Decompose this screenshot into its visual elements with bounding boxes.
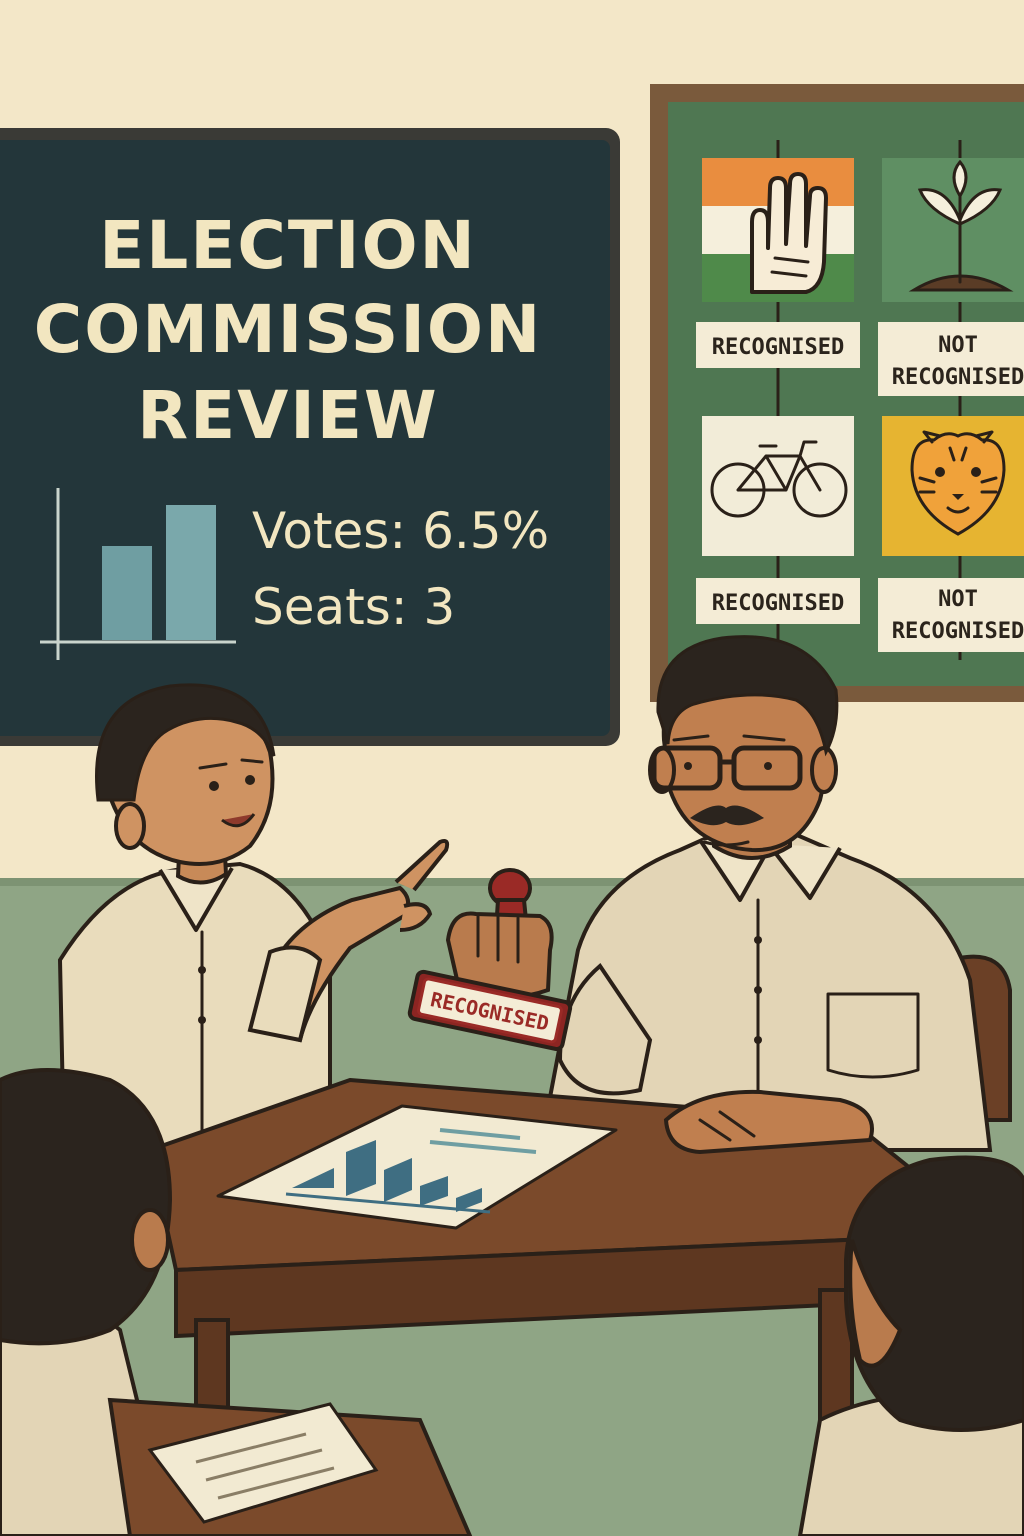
mini-chart-bar xyxy=(166,505,216,640)
label-tag: NOT RECOGNISED xyxy=(878,322,1024,396)
foreground-desk xyxy=(107,1397,473,1536)
votes-text: Votes: 6.5% xyxy=(252,502,549,560)
label-tag: NOT RECOGNISED xyxy=(878,578,1024,652)
card-label: NOT xyxy=(938,587,978,612)
card-label: RECOGNISED xyxy=(712,591,844,616)
card-label: RECOGNISED xyxy=(712,335,844,360)
classroom-illustration: ELECTION COMMISSION REVIEW Votes: 6.5% S… xyxy=(0,0,1024,1536)
party-card-tiger xyxy=(882,416,1024,556)
screen-title-line-2: COMMISSION xyxy=(34,291,542,368)
mini-chart-bar xyxy=(102,546,152,640)
card-label: NOT xyxy=(938,333,978,358)
screen-title-line-1: ELECTION xyxy=(99,207,477,284)
review-screen: ELECTION COMMISSION REVIEW Votes: 6.5% S… xyxy=(0,128,620,746)
label-tag: RECOGNISED xyxy=(696,578,860,624)
party-card-hand xyxy=(702,158,854,302)
seats-text: Seats: 3 xyxy=(252,578,455,636)
teacher-hand xyxy=(663,1089,874,1155)
screen-title-line-3: REVIEW xyxy=(137,377,438,454)
party-card-sprout xyxy=(882,158,1024,302)
label-tag: RECOGNISED xyxy=(696,322,860,368)
notice-board: RECOGNISED NOT RECOGNISED RECOGNISED NOT… xyxy=(650,84,1024,702)
card-label: RECOGNISED xyxy=(892,619,1024,644)
card-label: RECOGNISED xyxy=(892,365,1024,390)
party-card-bicycle xyxy=(702,416,854,556)
